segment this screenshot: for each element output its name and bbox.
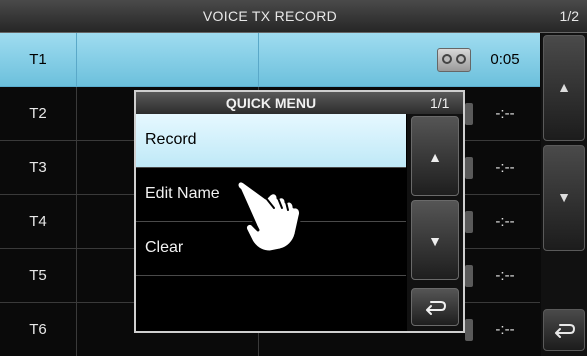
row-time: -:-- — [495, 213, 515, 230]
column-divider — [76, 195, 77, 248]
scroll-down-button[interactable]: ▼ — [543, 145, 585, 251]
side-scroll-panel: ▲ ▼ — [541, 33, 587, 356]
column-divider — [76, 303, 77, 356]
menu-scroll-up-button[interactable]: ▲ — [411, 116, 459, 196]
column-divider — [76, 87, 77, 140]
row-label: T1 — [29, 51, 47, 68]
row-label: T2 — [29, 105, 47, 122]
menu-item-label: Record — [145, 131, 197, 148]
menu-back-button[interactable] — [411, 288, 459, 326]
back-arrow-icon — [555, 324, 576, 338]
menu-item-label: Edit Name — [145, 185, 220, 202]
row-label: T6 — [29, 321, 47, 338]
row-label: T4 — [29, 213, 47, 230]
menu-item-empty[interactable] — [136, 276, 406, 329]
row-label: T5 — [29, 267, 47, 284]
quick-menu-page: 1/1 — [430, 95, 450, 111]
quick-menu-title-bar: QUICK MENU 1/1 — [136, 92, 463, 114]
row-time: -:-- — [495, 159, 515, 176]
row-time: 0:05 — [490, 51, 520, 68]
back-arrow-icon — [426, 301, 447, 315]
screen-title: VOICE TX RECORD — [202, 8, 338, 24]
down-arrow-icon: ▼ — [557, 189, 571, 205]
row-time: -:-- — [495, 105, 515, 122]
row-time: -:-- — [495, 321, 515, 338]
column-divider — [76, 141, 77, 194]
tape-icon — [437, 48, 471, 72]
down-arrow-icon: ▼ — [428, 233, 442, 249]
row-label: T3 — [29, 159, 47, 176]
column-divider — [258, 33, 259, 86]
column-divider — [76, 249, 77, 302]
list-row-t1[interactable]: T1 0:05 — [0, 33, 540, 87]
up-arrow-icon: ▲ — [428, 149, 442, 165]
scroll-up-button[interactable]: ▲ — [543, 35, 585, 141]
quick-menu-scroll: ▲ ▼ — [407, 114, 463, 331]
menu-item-record[interactable]: Record — [136, 114, 406, 168]
menu-scroll-down-button[interactable]: ▼ — [411, 200, 459, 280]
up-arrow-icon: ▲ — [557, 79, 571, 95]
column-divider — [76, 33, 77, 86]
page-indicator: 1/2 — [559, 8, 579, 24]
hand-pointer-icon — [235, 179, 302, 254]
title-bar: VOICE TX RECORD 1/2 — [0, 0, 587, 33]
screen: VOICE TX RECORD 1/2 T1 0:05 T2 -:-- T3 -… — [0, 0, 587, 356]
back-button[interactable] — [543, 309, 585, 351]
menu-item-label: Clear — [145, 239, 184, 256]
row-time: -:-- — [495, 267, 515, 284]
quick-menu-title: QUICK MENU — [225, 95, 317, 111]
